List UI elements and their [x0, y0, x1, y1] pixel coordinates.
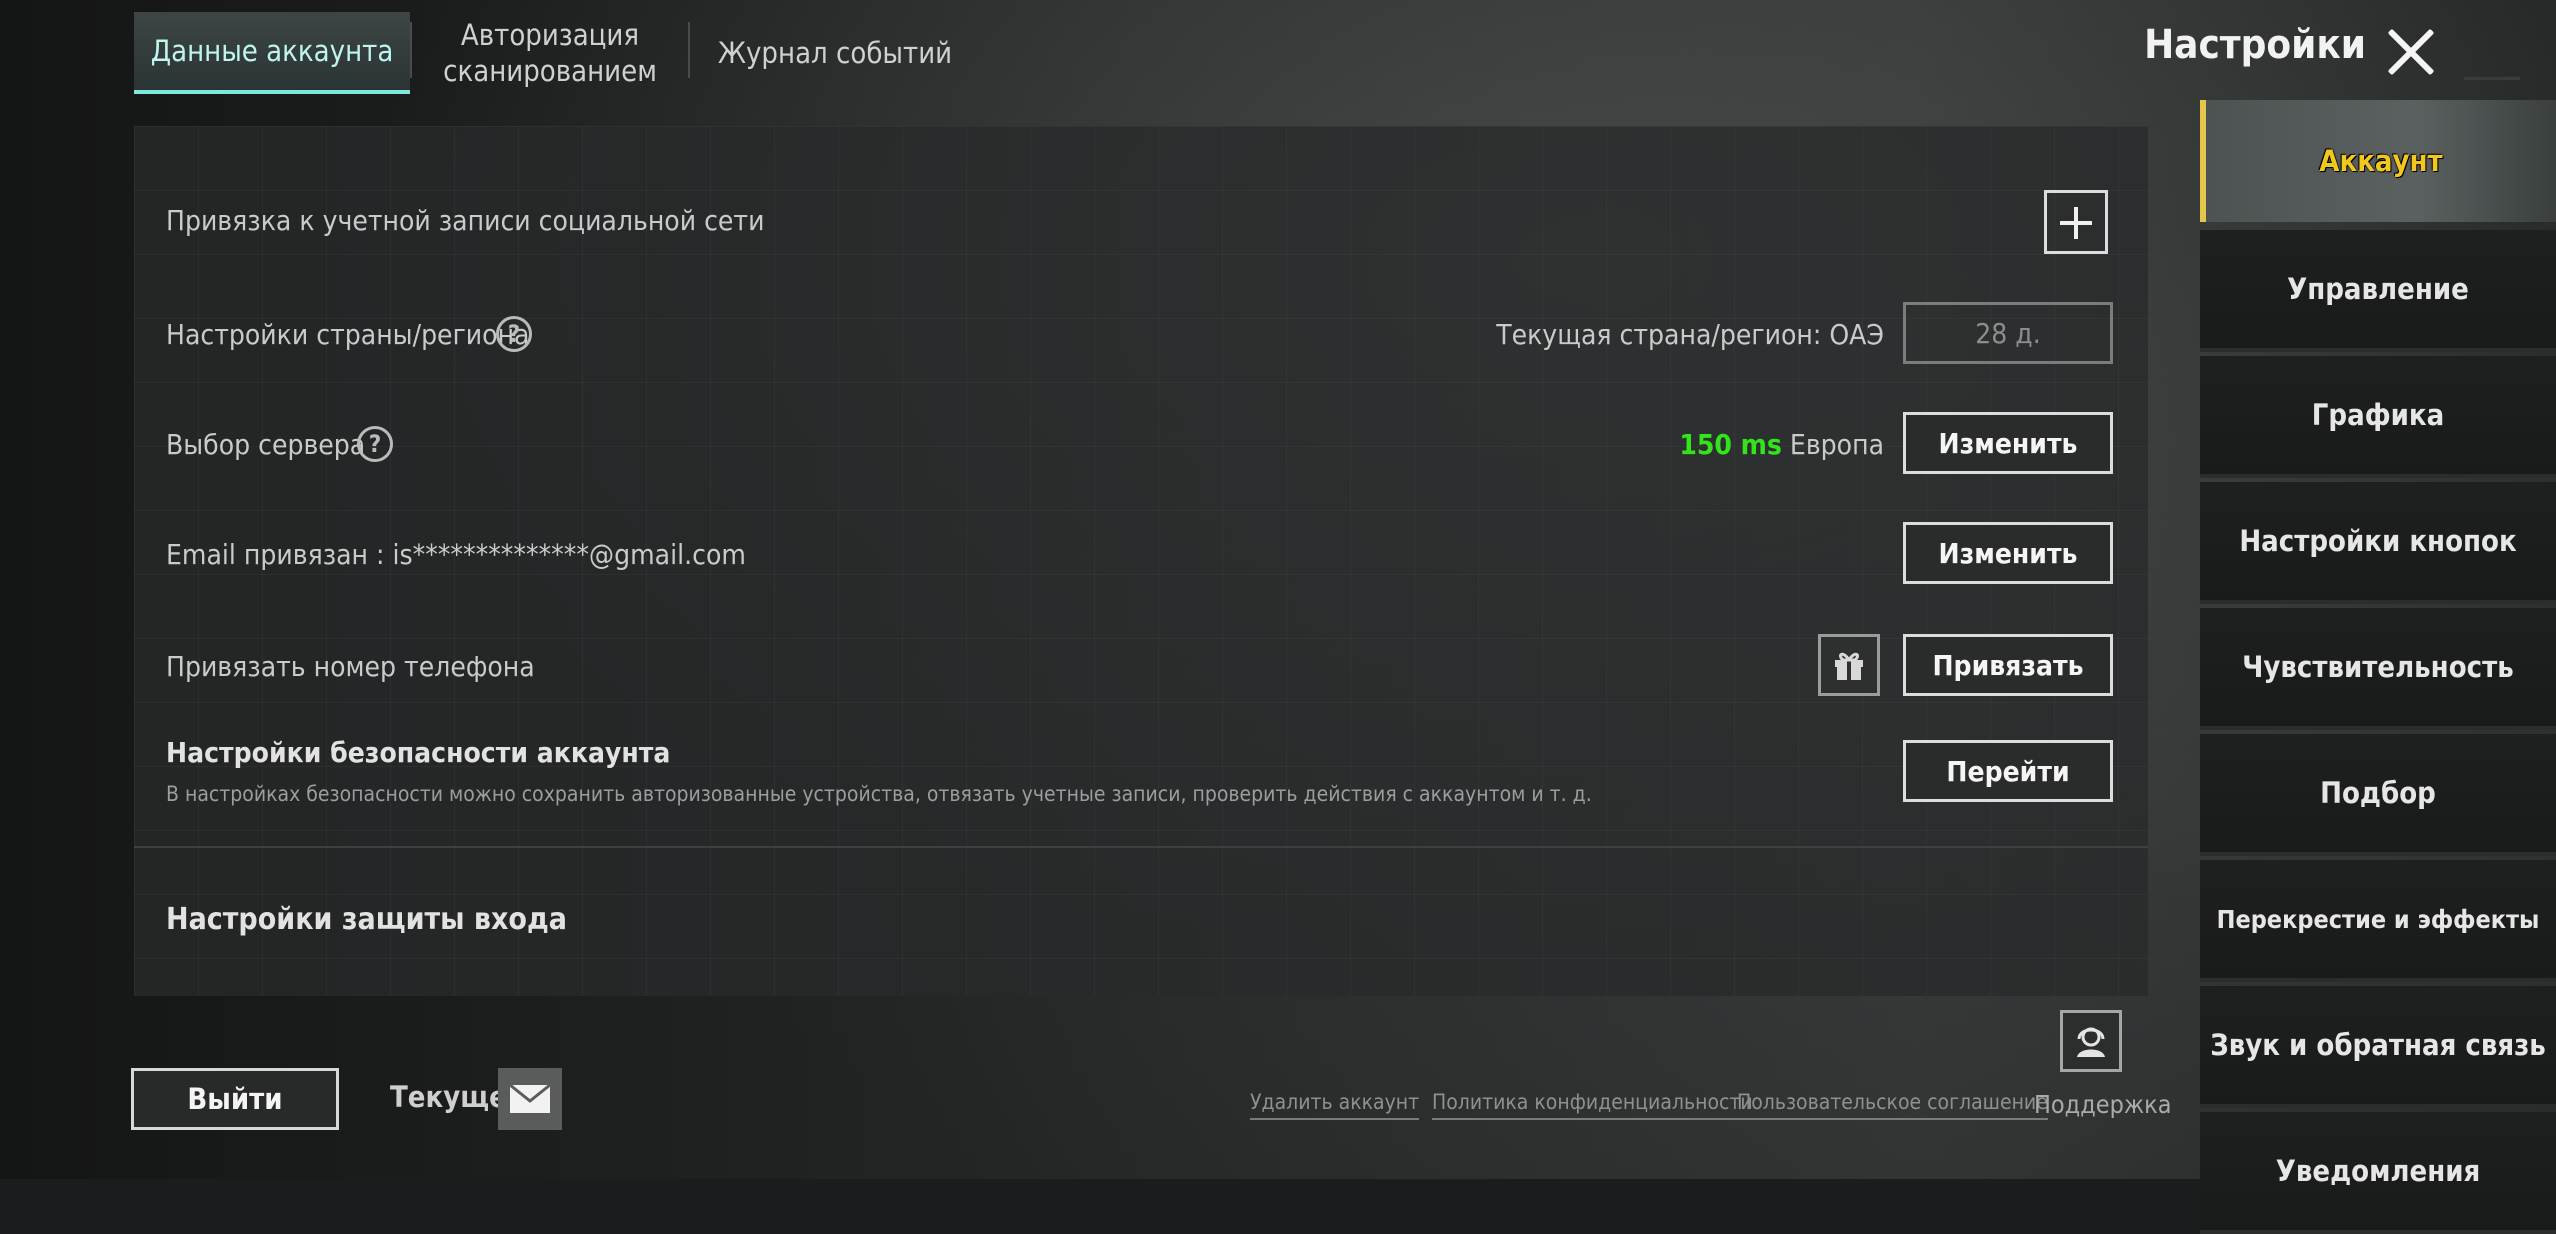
page-title: Настройки [2144, 22, 2366, 68]
privacy-policy-link[interactable]: Политика конфиденциальности [1432, 1090, 1753, 1120]
decor-line [2464, 77, 2520, 80]
sidebar-item-label: Перекрестие и эффекты [2216, 904, 2540, 934]
add-social-button[interactable] [2044, 190, 2108, 254]
phone-link-label: Привязать номер телефона [166, 650, 535, 683]
help-icon[interactable]: ? [496, 316, 532, 352]
sidebar-item-graphics[interactable]: Графика [2200, 356, 2556, 478]
change-server-button[interactable]: Изменить [1903, 412, 2113, 474]
region-cooldown-box: 28 д. [1903, 302, 2113, 364]
sidebar-item-notifications[interactable]: Уведомления [2200, 1112, 2556, 1234]
support-icon[interactable] [2060, 1010, 2122, 1072]
security-settings-description: В настройках безопасности можно сохранит… [166, 782, 1592, 806]
change-email-button[interactable]: Изменить [1903, 522, 2113, 584]
go-security-button[interactable]: Перейти [1903, 740, 2113, 802]
tab-separator [688, 22, 690, 78]
current-region-text: Текущая страна/регион: ОАЭ [1496, 318, 1884, 351]
sidebar-item-label: Аккаунт [2319, 144, 2443, 178]
exit-button[interactable]: Выйти [131, 1068, 339, 1130]
sidebar-item-controls[interactable]: Управление [2200, 230, 2556, 352]
sidebar-item-label: Графика [2311, 398, 2445, 432]
support-label[interactable]: Поддержка [2034, 1090, 2172, 1119]
sidebar-item-label: Управление [2287, 272, 2469, 306]
sidebar-item-label: Звук и обратная связь [2210, 1028, 2546, 1062]
user-agreement-link[interactable]: Пользовательское соглашение [1737, 1090, 2048, 1120]
close-icon[interactable] [2385, 26, 2437, 78]
tab-event-log-label: Журнал событий [717, 36, 953, 70]
security-settings-label: Настройки безопасности аккаунта [166, 736, 671, 769]
sidebar-item-matchmaking[interactable]: Подбор [2200, 734, 2556, 856]
tab-scan-authorization[interactable]: Авторизация сканированием [420, 12, 680, 94]
server-status: 150 ms Европа [1679, 428, 1884, 461]
settings-sidebar: Аккаунт Управление Графика Настройки кно… [2200, 100, 2556, 1234]
email-label: Email привязан : is**************@gmail.… [166, 538, 746, 571]
tab-event-log[interactable]: Журнал событий [700, 12, 970, 94]
sidebar-item-sensitivity[interactable]: Чувствительность [2200, 608, 2556, 730]
tab-separator [410, 22, 412, 78]
link-phone-button[interactable]: Привязать [1903, 634, 2113, 696]
help-icon[interactable]: ? [357, 426, 393, 462]
delete-account-link[interactable]: Удалить аккаунт [1250, 1090, 1420, 1120]
sidebar-item-account[interactable]: Аккаунт [2200, 100, 2556, 222]
section-divider [134, 846, 2148, 848]
tab-account-data-label: Данные аккаунта [150, 34, 394, 68]
gift-icon[interactable] [1818, 634, 1880, 696]
sidebar-item-label: Чувствительность [2242, 650, 2514, 684]
sidebar-item-sound-feedback[interactable]: Звук и обратная связь [2200, 986, 2556, 1108]
sidebar-item-label: Подбор [2320, 776, 2436, 810]
tab-account-data[interactable]: Данные аккаунта [134, 12, 410, 94]
tab-scan-authorization-label: Авторизация сканированием [443, 18, 657, 88]
social-link-label: Привязка к учетной записи социальной сет… [166, 204, 765, 237]
server-name: Европа [1789, 428, 1884, 461]
login-protection-label: Настройки защиты входа [166, 902, 567, 937]
mail-icon[interactable] [498, 1068, 562, 1130]
sidebar-item-button-settings[interactable]: Настройки кнопок [2200, 482, 2556, 604]
sidebar-item-crosshair-effects[interactable]: Перекрестие и эффекты [2200, 860, 2556, 982]
sidebar-item-label: Настройки кнопок [2239, 524, 2517, 558]
region-settings-label: Настройки страны/региона [166, 318, 530, 351]
sidebar-item-label: Уведомления [2275, 1154, 2481, 1188]
ping-value: 150 ms [1679, 428, 1782, 461]
server-select-label: Выбор сервера [166, 428, 366, 461]
